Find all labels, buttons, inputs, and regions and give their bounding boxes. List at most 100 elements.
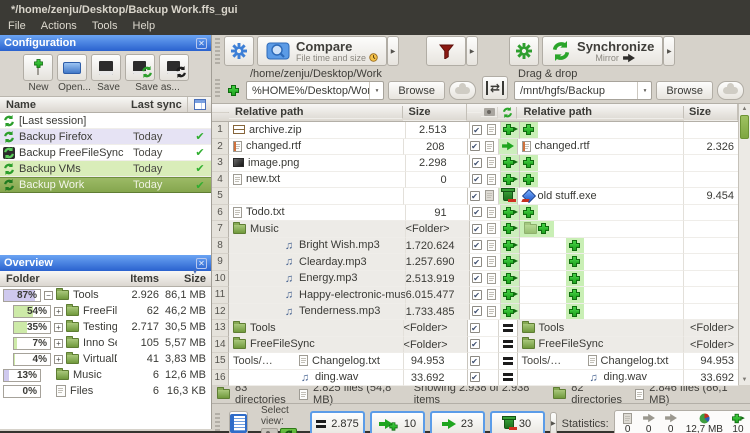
- toolbar-grip[interactable]: [215, 38, 220, 64]
- column-folder[interactable]: Folder: [0, 273, 117, 285]
- config-row-backup-work-selected[interactable]: Backup Work Today: [0, 177, 211, 193]
- action-view-toggle[interactable]: [280, 428, 297, 433]
- column-last-sync[interactable]: Last sync: [131, 99, 187, 111]
- column-name[interactable]: Name: [0, 99, 131, 111]
- expand-icon[interactable]: +: [54, 339, 63, 348]
- file-row[interactable]: 2 changed.rtf 208 changed.rtf 2.326: [212, 139, 738, 156]
- overview-row-files[interactable]: 0% Files 6 16,3 KB: [0, 383, 211, 399]
- view-filter-create-right-button[interactable]: 10: [370, 411, 425, 433]
- left-folder-input[interactable]: %HOME%/Desktop/Work: [246, 81, 384, 100]
- open-log-button[interactable]: [229, 411, 248, 433]
- include-checkbox[interactable]: [468, 188, 482, 205]
- file-row[interactable]: 16 ding.wav 33.692 ding.wav 33.692: [212, 370, 738, 387]
- include-checkbox[interactable]: [470, 304, 484, 321]
- row-number[interactable]: 10: [212, 271, 229, 288]
- chevron-down-icon[interactable]: [369, 82, 383, 99]
- folder-row-grip[interactable]: [215, 79, 220, 99]
- file-row[interactable]: 8 Bright Wish.mp3 1.720.624: [212, 238, 738, 255]
- row-number[interactable]: 3: [212, 155, 229, 172]
- view-filter-equal-button[interactable]: 2.875: [310, 411, 365, 433]
- compare-button[interactable]: Compare File time and size: [257, 36, 387, 66]
- include-checkbox[interactable]: [468, 353, 482, 370]
- action-column-header[interactable]: [497, 107, 517, 119]
- right-browse-button[interactable]: Browse: [656, 81, 713, 100]
- file-row[interactable]: 4 new.txt 0: [212, 172, 738, 189]
- include-checkbox[interactable]: [470, 271, 484, 288]
- include-checkbox[interactable]: [468, 139, 482, 156]
- row-number[interactable]: 5: [212, 188, 229, 205]
- left-column-relative-path[interactable]: Relative path: [229, 106, 403, 119]
- row-number[interactable]: 1: [212, 122, 229, 139]
- config-row-backup-firefox[interactable]: Backup Firefox Today: [0, 129, 211, 145]
- include-checkbox[interactable]: [470, 254, 484, 271]
- row-number[interactable]: 16: [212, 370, 229, 387]
- sync-settings-button[interactable]: [509, 36, 539, 66]
- chevron-down-icon[interactable]: [637, 82, 651, 99]
- action-equal[interactable]: [498, 353, 518, 370]
- add-folder-pair-button[interactable]: [224, 81, 242, 99]
- save-config-button[interactable]: [91, 54, 121, 81]
- view-filter-delete-right-button[interactable]: 30: [490, 411, 545, 433]
- preview-column-header[interactable]: [481, 108, 497, 117]
- scrollbar-thumb[interactable]: [740, 115, 749, 139]
- right-column-size[interactable]: Size: [684, 104, 738, 121]
- expand-icon[interactable]: +: [54, 355, 63, 364]
- left-column-size[interactable]: Size: [403, 104, 467, 121]
- save-as-batch-button[interactable]: [159, 54, 189, 81]
- action-create-right[interactable]: [500, 155, 520, 172]
- column-size[interactable]: Size: [159, 273, 211, 285]
- include-checkbox[interactable]: [468, 320, 482, 337]
- folder-row[interactable]: 14 FreeFileSync <Folder> FreeFileSync <F…: [212, 337, 738, 354]
- include-checkbox[interactable]: [468, 337, 482, 354]
- row-number[interactable]: 6: [212, 205, 229, 222]
- new-config-button[interactable]: [23, 54, 53, 81]
- file-row[interactable]: 1 archive.zip 2.513: [212, 122, 738, 139]
- menu-file[interactable]: File: [8, 20, 26, 35]
- right-column-relative-path[interactable]: Relative path: [517, 106, 684, 119]
- expand-icon[interactable]: +: [54, 307, 63, 316]
- overview-row-freefilesync[interactable]: 54% + FreeFileSync 62 46,2 MB: [0, 303, 211, 319]
- views-dropdown-button[interactable]: [550, 412, 557, 433]
- overview-row-music[interactable]: 13% Music 6 12,6 MB: [0, 367, 211, 383]
- action-create-right[interactable]: [500, 172, 520, 189]
- action-create-right[interactable]: [500, 221, 520, 238]
- compare-dropdown-button[interactable]: [387, 36, 399, 66]
- close-icon[interactable]: [196, 258, 207, 269]
- filter-button[interactable]: [426, 36, 466, 66]
- action-create-right[interactable]: [500, 287, 520, 304]
- action-create-right[interactable]: [500, 238, 520, 255]
- view-filter-update-right-button[interactable]: 23: [430, 411, 485, 433]
- file-row[interactable]: 10 Energy.mp3 2.513.919: [212, 271, 738, 288]
- menu-actions[interactable]: Actions: [41, 20, 77, 35]
- file-row[interactable]: 11 Happy-electronic-music... 6.015.477: [212, 287, 738, 304]
- overview-row-testing[interactable]: 35% + Testing 2.717 30,5 MB: [0, 319, 211, 335]
- column-settings-button[interactable]: [187, 97, 211, 112]
- row-number[interactable]: 13: [212, 320, 229, 337]
- action-create-right[interactable]: [500, 304, 520, 321]
- action-equal[interactable]: [498, 337, 518, 354]
- action-delete-right[interactable]: [498, 188, 518, 205]
- row-number[interactable]: 11: [212, 287, 229, 304]
- action-create-right[interactable]: [500, 205, 520, 222]
- row-number[interactable]: 7: [212, 221, 229, 238]
- include-checkbox[interactable]: [470, 205, 484, 222]
- include-checkbox[interactable]: [470, 155, 484, 172]
- close-icon[interactable]: [196, 38, 207, 49]
- file-row[interactable]: 9 Clearday.mp3 1.257.690: [212, 254, 738, 271]
- row-number[interactable]: 9: [212, 254, 229, 271]
- save-as-config-button[interactable]: [125, 54, 155, 81]
- file-row[interactable]: 5 old stuff.exe 9.454: [212, 188, 738, 205]
- right-cloud-button[interactable]: [717, 81, 744, 100]
- scroll-down-icon[interactable]: ▼: [739, 375, 750, 385]
- folder-row[interactable]: 7 Music <Folder>: [212, 221, 738, 238]
- file-row[interactable]: 3 image.png 2.298: [212, 155, 738, 172]
- menu-help[interactable]: Help: [133, 20, 156, 35]
- bottom-bar-grip[interactable]: [215, 413, 220, 433]
- config-row-backup-freefilesync[interactable]: Backup FreeFileSync Today: [0, 145, 211, 161]
- config-row-backup-vms[interactable]: Backup VMs Today: [0, 161, 211, 177]
- action-update-right[interactable]: [498, 139, 518, 156]
- category-view-toggle[interactable]: [261, 428, 278, 433]
- overview-row-virtualdub[interactable]: 4% + VirtualDub 41 3,83 MB: [0, 351, 211, 367]
- open-config-button[interactable]: [57, 54, 87, 81]
- file-row[interactable]: 12 Tenderness.mp3 1.733.485: [212, 304, 738, 321]
